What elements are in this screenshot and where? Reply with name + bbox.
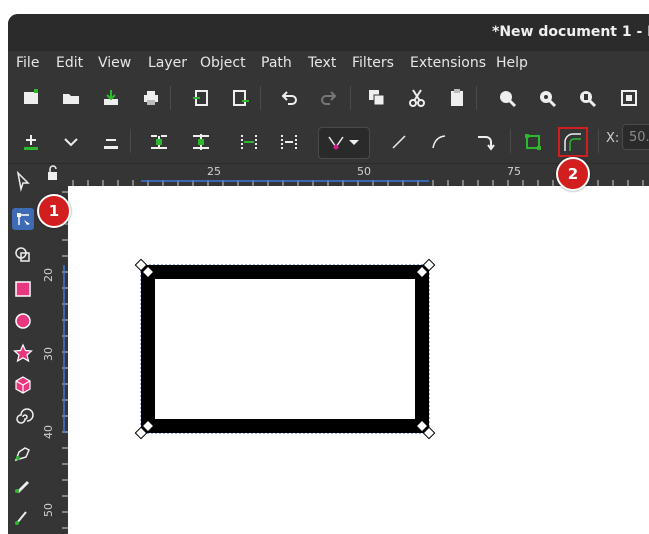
star-tool-icon[interactable] <box>12 342 34 364</box>
rectangle-tool-icon[interactable] <box>12 278 34 300</box>
save-icon[interactable] <box>100 87 122 109</box>
ruler-label-50: 50 <box>357 165 371 178</box>
separator <box>130 129 131 153</box>
menu-layer[interactable]: Layer <box>148 55 187 71</box>
tool-controls-bar: X: 50. <box>8 119 649 164</box>
insert-node-icon[interactable] <box>20 131 42 153</box>
separator <box>510 129 511 153</box>
zoom-page-icon[interactable] <box>576 87 598 109</box>
spiral-tool-icon[interactable] <box>12 406 34 428</box>
show-transform-handles-icon[interactable] <box>522 131 544 153</box>
lock-icon[interactable] <box>38 164 68 186</box>
zoom-selection-icon[interactable] <box>496 87 518 109</box>
undo-icon[interactable] <box>278 87 300 109</box>
inkscape-window: *New document 1 - Inks File Edit View La… <box>8 14 649 534</box>
cut-icon[interactable] <box>406 87 428 109</box>
menu-object[interactable]: Object <box>200 55 246 71</box>
canvas-drawing <box>134 258 436 440</box>
duplicate-icon[interactable] <box>366 87 388 109</box>
show-path-outline-icon[interactable] <box>558 127 588 157</box>
circle-tool-icon[interactable] <box>12 310 34 332</box>
print-icon[interactable] <box>140 87 162 109</box>
menu-text[interactable]: Text <box>308 55 336 71</box>
zoom-fit-icon[interactable] <box>618 87 640 109</box>
redo-icon[interactable] <box>318 87 340 109</box>
ruler-label-40: 40 <box>42 425 55 439</box>
node-tool-icon[interactable] <box>12 208 34 230</box>
title-bar: *New document 1 - Inks <box>8 14 649 51</box>
x-coordinate-input[interactable]: 50. <box>622 124 649 150</box>
menu-edit[interactable]: Edit <box>56 55 83 71</box>
menu-help[interactable]: Help <box>496 55 528 71</box>
selector-tool-icon[interactable] <box>12 170 34 192</box>
ruler-label-75: 75 <box>507 165 521 178</box>
menu-file[interactable]: File <box>16 55 39 71</box>
zoom-drawing-icon[interactable] <box>536 87 558 109</box>
export-icon[interactable] <box>230 87 252 109</box>
pen-tool-icon[interactable] <box>12 474 34 496</box>
separator <box>476 86 477 110</box>
menu-filters[interactable]: Filters <box>352 55 394 71</box>
separator <box>598 129 599 153</box>
annotation-badge-1: 1 <box>37 194 71 228</box>
separator <box>350 86 351 110</box>
annotation-badge-2: 2 <box>556 157 590 191</box>
selection-bbox <box>140 264 430 434</box>
node-type-dropdown-icon[interactable] <box>318 127 370 159</box>
make-line-icon[interactable] <box>388 131 410 153</box>
delete-node-alt-icon[interactable] <box>100 131 122 153</box>
drawing-canvas[interactable] <box>68 186 649 534</box>
separator <box>170 86 171 110</box>
ruler-label-20: 20 <box>42 268 55 282</box>
ruler-label-30: 30 <box>42 347 55 361</box>
add-arc-icon[interactable] <box>474 131 496 153</box>
commands-bar <box>8 77 649 119</box>
new-document-icon[interactable] <box>20 87 42 109</box>
calligraphy-tool-icon[interactable] <box>12 506 34 528</box>
break-path-icon[interactable] <box>190 131 212 153</box>
delete-segment-icon[interactable] <box>278 131 300 153</box>
menu-path[interactable]: Path <box>261 55 292 71</box>
toolbox <box>8 164 38 534</box>
ruler-label-25: 25 <box>207 165 221 178</box>
open-icon[interactable] <box>60 87 82 109</box>
shape-builder-icon[interactable] <box>12 244 34 266</box>
window-title: *New document 1 - Inks <box>492 24 649 40</box>
separator <box>260 86 261 110</box>
join-nodes-icon[interactable] <box>148 131 170 153</box>
paste-icon[interactable] <box>446 87 468 109</box>
node-handles[interactable] <box>134 258 436 440</box>
menu-view[interactable]: View <box>98 55 131 71</box>
import-icon[interactable] <box>190 87 212 109</box>
menu-bar: File Edit View Layer Object Path Text Fi… <box>8 51 649 77</box>
x-coordinate-label: X: <box>606 131 620 146</box>
3dbox-tool-icon[interactable] <box>12 374 34 396</box>
ruler-corner <box>38 164 68 186</box>
vertical-ruler[interactable]: 20 30 40 50 <box>38 186 68 534</box>
delete-node-icon[interactable] <box>60 131 82 153</box>
join-segment-icon[interactable] <box>238 131 260 153</box>
selected-rectangle[interactable] <box>141 265 429 433</box>
ruler-label-50-v: 50 <box>42 503 55 517</box>
pencil-tool-icon[interactable] <box>12 442 34 464</box>
menu-extensions[interactable]: Extensions <box>410 55 486 71</box>
make-curve-icon[interactable] <box>428 131 450 153</box>
